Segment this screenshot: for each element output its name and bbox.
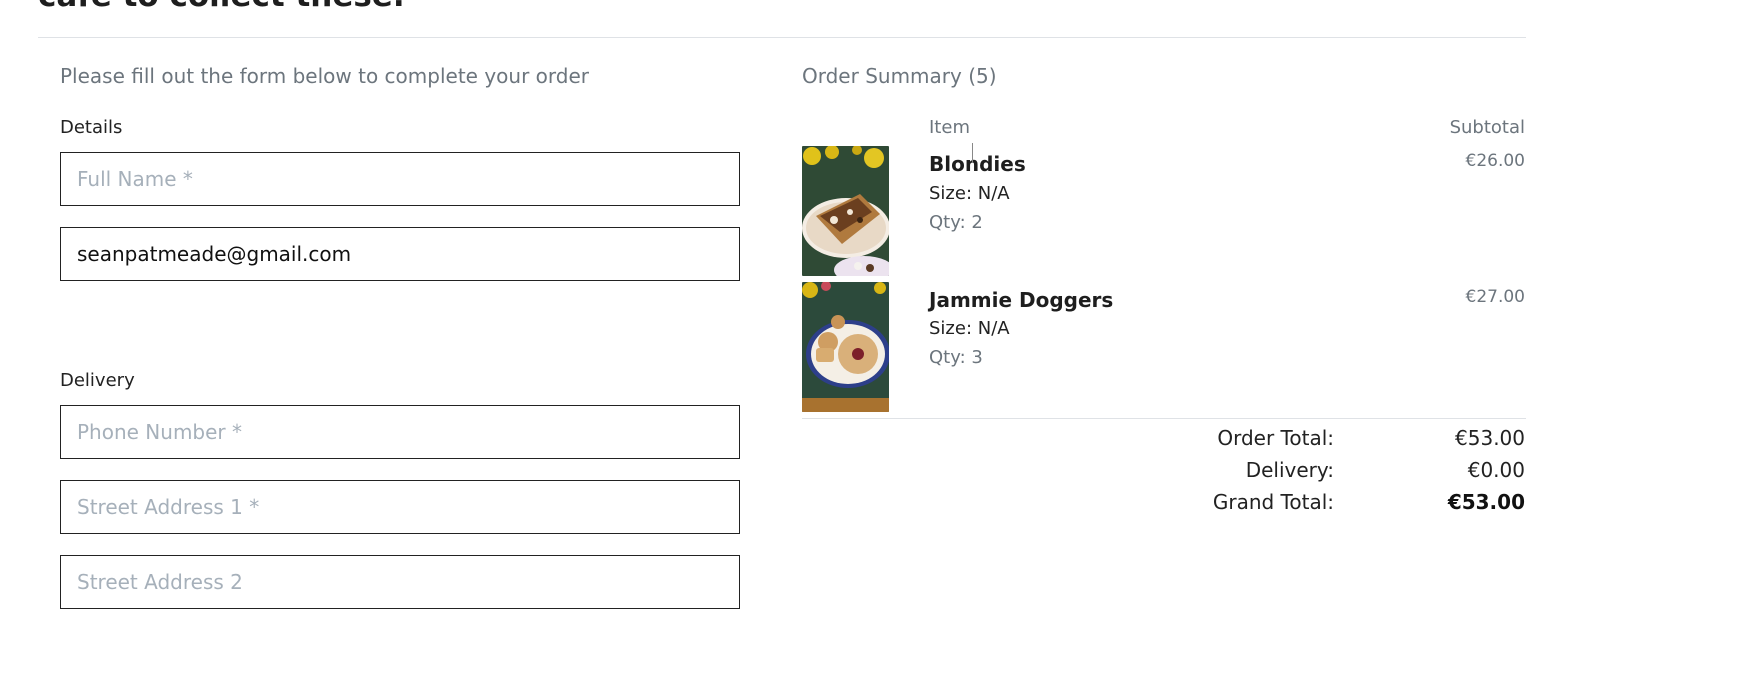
- jammie-doggers-photo: [802, 282, 889, 412]
- order-total-value: €53.00: [1455, 426, 1525, 450]
- item-subtotal: €26.00: [1465, 151, 1525, 171]
- street-address-1-input[interactable]: [60, 480, 740, 534]
- delivery-legend: Delivery: [60, 370, 135, 391]
- item-column-header: Item: [929, 117, 970, 138]
- delivery-value: €0.00: [1467, 458, 1525, 482]
- phone-number-input[interactable]: [60, 405, 740, 459]
- grand-total-value: €53.00: [1447, 490, 1525, 514]
- divider: [38, 37, 1526, 38]
- grand-total-label: Grand Total:: [1212, 490, 1334, 514]
- item-quantity: Qty: 3: [929, 347, 983, 368]
- order-summary-title: Order Summary (5): [802, 64, 997, 88]
- item-name: Jammie Doggers: [929, 288, 1114, 312]
- full-name-input[interactable]: [60, 152, 740, 206]
- item-name: Blondies: [929, 152, 1026, 176]
- item-size: Size: N/A: [929, 183, 1010, 204]
- subtotal-column-header: Subtotal: [1449, 117, 1525, 138]
- item-quantity: Qty: 2: [929, 212, 983, 233]
- delivery-label: Delivery:: [1245, 458, 1334, 482]
- email-input[interactable]: [60, 227, 740, 281]
- text-cursor-icon: [972, 143, 973, 163]
- summary-divider: [802, 418, 1526, 419]
- item-size: Size: N/A: [929, 318, 1010, 339]
- form-intro-text: Please fill out the form below to comple…: [60, 64, 589, 88]
- blondies-photo: [802, 146, 889, 276]
- page-heading: cafe to collect these.: [38, 0, 405, 14]
- street-address-2-input[interactable]: [60, 555, 740, 609]
- details-legend: Details: [60, 117, 123, 138]
- order-total-label: Order Total:: [1217, 426, 1334, 450]
- item-subtotal: €27.00: [1465, 287, 1525, 307]
